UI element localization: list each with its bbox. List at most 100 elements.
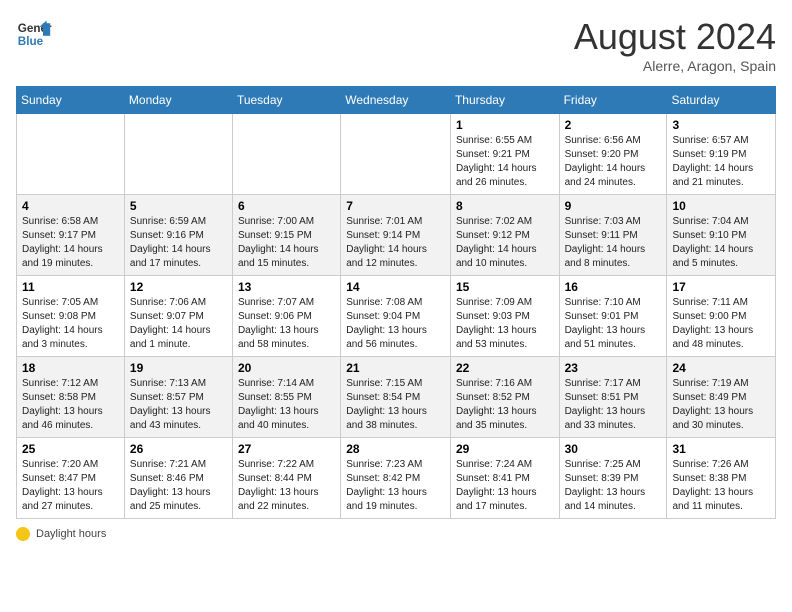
day-cell-3: 3 Sunrise: 6:57 AM Sunset: 9:19 PM Daylig… — [667, 114, 776, 195]
weekday-header-tuesday: Tuesday — [232, 87, 340, 114]
day-cell-7: 7 Sunrise: 7:01 AM Sunset: 9:14 PM Daylig… — [341, 195, 451, 276]
empty-cell — [341, 114, 451, 195]
weekday-header-saturday: Saturday — [667, 87, 776, 114]
day-cell-23: 23 Sunrise: 7:17 AM Sunset: 8:51 PM Dayli… — [559, 357, 667, 438]
day-cell-18: 18 Sunrise: 7:12 AM Sunset: 8:58 PM Dayli… — [17, 357, 125, 438]
day-number: 24 — [672, 361, 770, 375]
day-cell-10: 10 Sunrise: 7:04 AM Sunset: 9:10 PM Dayli… — [667, 195, 776, 276]
day-info: Sunrise: 7:12 AM Sunset: 8:58 PM Dayligh… — [22, 377, 119, 433]
day-cell-12: 12 Sunrise: 7:06 AM Sunset: 9:07 PM Dayli… — [124, 276, 232, 357]
day-info: Sunrise: 6:59 AM Sunset: 9:16 PM Dayligh… — [130, 215, 227, 271]
day-cell-5: 5 Sunrise: 6:59 AM Sunset: 9:16 PM Daylig… — [124, 195, 232, 276]
day-number: 7 — [346, 199, 445, 213]
day-cell-11: 11Sunrise: 7:05 AM Sunset: 9:08 PM Dayli… — [17, 276, 125, 357]
location: Alerre, Aragon, Spain — [574, 58, 776, 74]
day-number: 15 — [456, 280, 554, 294]
logo: General Blue — [16, 16, 52, 52]
day-info: Sunrise: 7:10 AM Sunset: 9:01 PM Dayligh… — [565, 296, 662, 352]
month-title: August 2024 — [574, 16, 776, 58]
day-cell-22: 22 Sunrise: 7:16 AM Sunset: 8:52 PM Dayli… — [450, 357, 559, 438]
day-info: Sunrise: 6:57 AM Sunset: 9:19 PM Dayligh… — [672, 134, 770, 190]
day-info: Sunrise: 7:23 AM Sunset: 8:42 PM Dayligh… — [346, 458, 445, 514]
day-number: 28 — [346, 442, 445, 456]
day-cell-9: 9Sunrise: 7:03 AM Sunset: 9:11 PM Daylig… — [559, 195, 667, 276]
day-number: 22 — [456, 361, 554, 375]
day-info: Sunrise: 6:58 AM Sunset: 9:17 PM Dayligh… — [22, 215, 119, 271]
day-info: Sunrise: 7:03 AM Sunset: 9:11 PM Dayligh… — [565, 215, 662, 271]
header: General Blue August 2024 Alerre, Aragon,… — [16, 16, 776, 74]
weekday-header-wednesday: Wednesday — [341, 87, 451, 114]
day-info: Sunrise: 7:14 AM Sunset: 8:55 PM Dayligh… — [238, 377, 335, 433]
day-number: 16 — [565, 280, 662, 294]
day-cell-29: 29Sunrise: 7:24 AM Sunset: 8:41 PM Dayli… — [450, 438, 559, 519]
day-cell-20: 20Sunrise: 7:14 AM Sunset: 8:55 PM Dayli… — [232, 357, 340, 438]
calendar-table: SundayMondayTuesdayWednesdayThursdayFrid… — [16, 86, 776, 519]
legend: Daylight hours — [16, 527, 776, 541]
day-info: Sunrise: 7:13 AM Sunset: 8:57 PM Dayligh… — [130, 377, 227, 433]
day-info: Sunrise: 7:05 AM Sunset: 9:08 PM Dayligh… — [22, 296, 119, 352]
day-info: Sunrise: 7:15 AM Sunset: 8:54 PM Dayligh… — [346, 377, 445, 433]
day-number: 30 — [565, 442, 662, 456]
day-number: 3 — [672, 118, 770, 132]
day-info: Sunrise: 7:04 AM Sunset: 9:10 PM Dayligh… — [672, 215, 770, 271]
day-cell-15: 15 Sunrise: 7:09 AM Sunset: 9:03 PM Dayli… — [450, 276, 559, 357]
day-info: Sunrise: 7:09 AM Sunset: 9:03 PM Dayligh… — [456, 296, 554, 352]
day-cell-21: 21 Sunrise: 7:15 AM Sunset: 8:54 PM Dayli… — [341, 357, 451, 438]
day-cell-25: 25Sunrise: 7:20 AM Sunset: 8:47 PM Dayli… — [17, 438, 125, 519]
day-cell-1: 1 Sunrise: 6:55 AM Sunset: 9:21 PM Daylig… — [450, 114, 559, 195]
day-info: Sunrise: 7:02 AM Sunset: 9:12 PM Dayligh… — [456, 215, 554, 271]
day-number: 31 — [672, 442, 770, 456]
day-number: 14 — [346, 280, 445, 294]
generalblue-logo-icon: General Blue — [16, 16, 52, 52]
day-number: 17 — [672, 280, 770, 294]
day-number: 21 — [346, 361, 445, 375]
day-cell-30: 30 Sunrise: 7:25 AM Sunset: 8:39 PM Dayli… — [559, 438, 667, 519]
day-info: Sunrise: 7:25 AM Sunset: 8:39 PM Dayligh… — [565, 458, 662, 514]
day-cell-26: 26 Sunrise: 7:21 AM Sunset: 8:46 PM Dayli… — [124, 438, 232, 519]
day-info: Sunrise: 7:00 AM Sunset: 9:15 PM Dayligh… — [238, 215, 335, 271]
sun-icon — [16, 527, 30, 541]
empty-cell — [124, 114, 232, 195]
day-info: Sunrise: 7:22 AM Sunset: 8:44 PM Dayligh… — [238, 458, 335, 514]
day-number: 13 — [238, 280, 335, 294]
day-number: 12 — [130, 280, 227, 294]
day-number: 18 — [22, 361, 119, 375]
day-number: 23 — [565, 361, 662, 375]
day-info: Sunrise: 7:24 AM Sunset: 8:41 PM Dayligh… — [456, 458, 554, 514]
week-row-2: 11Sunrise: 7:05 AM Sunset: 9:08 PM Dayli… — [17, 276, 776, 357]
day-cell-28: 28 Sunrise: 7:23 AM Sunset: 8:42 PM Dayli… — [341, 438, 451, 519]
day-info: Sunrise: 7:11 AM Sunset: 9:00 PM Dayligh… — [672, 296, 770, 352]
day-number: 10 — [672, 199, 770, 213]
day-info: Sunrise: 6:56 AM Sunset: 9:20 PM Dayligh… — [565, 134, 662, 190]
day-cell-6: 6Sunrise: 7:00 AM Sunset: 9:15 PM Daylig… — [232, 195, 340, 276]
day-info: Sunrise: 7:06 AM Sunset: 9:07 PM Dayligh… — [130, 296, 227, 352]
day-cell-31: 31 Sunrise: 7:26 AM Sunset: 8:38 PM Dayli… — [667, 438, 776, 519]
weekday-header-friday: Friday — [559, 87, 667, 114]
day-number: 5 — [130, 199, 227, 213]
weekday-header-row: SundayMondayTuesdayWednesdayThursdayFrid… — [17, 87, 776, 114]
day-number: 4 — [22, 199, 119, 213]
day-info: Sunrise: 7:16 AM Sunset: 8:52 PM Dayligh… — [456, 377, 554, 433]
week-row-3: 18 Sunrise: 7:12 AM Sunset: 8:58 PM Dayli… — [17, 357, 776, 438]
day-cell-13: 13Sunrise: 7:07 AM Sunset: 9:06 PM Dayli… — [232, 276, 340, 357]
empty-cell — [232, 114, 340, 195]
day-cell-2: 2 Sunrise: 6:56 AM Sunset: 9:20 PM Daylig… — [559, 114, 667, 195]
day-info: Sunrise: 6:55 AM Sunset: 9:21 PM Dayligh… — [456, 134, 554, 190]
day-cell-17: 17 Sunrise: 7:11 AM Sunset: 9:00 PM Dayli… — [667, 276, 776, 357]
day-number: 2 — [565, 118, 662, 132]
legend-label: Daylight hours — [36, 528, 106, 540]
day-number: 1 — [456, 118, 554, 132]
title-area: August 2024 Alerre, Aragon, Spain — [574, 16, 776, 74]
day-number: 25 — [22, 442, 119, 456]
weekday-header-sunday: Sunday — [17, 87, 125, 114]
day-number: 26 — [130, 442, 227, 456]
day-info: Sunrise: 7:21 AM Sunset: 8:46 PM Dayligh… — [130, 458, 227, 514]
day-info: Sunrise: 7:26 AM Sunset: 8:38 PM Dayligh… — [672, 458, 770, 514]
day-cell-14: 14Sunrise: 7:08 AM Sunset: 9:04 PM Dayli… — [341, 276, 451, 357]
day-number: 8 — [456, 199, 554, 213]
day-info: Sunrise: 7:01 AM Sunset: 9:14 PM Dayligh… — [346, 215, 445, 271]
day-info: Sunrise: 7:19 AM Sunset: 8:49 PM Dayligh… — [672, 377, 770, 433]
day-cell-8: 8 Sunrise: 7:02 AM Sunset: 9:12 PM Daylig… — [450, 195, 559, 276]
day-info: Sunrise: 7:17 AM Sunset: 8:51 PM Dayligh… — [565, 377, 662, 433]
week-row-4: 25Sunrise: 7:20 AM Sunset: 8:47 PM Dayli… — [17, 438, 776, 519]
